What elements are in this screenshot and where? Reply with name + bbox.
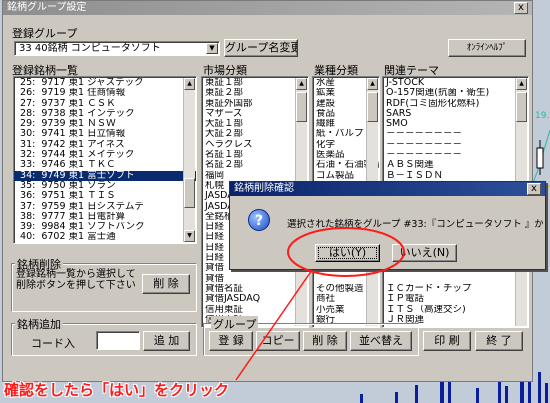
scroll-thumb[interactable] xyxy=(516,92,527,122)
scroll-thumb[interactable] xyxy=(296,92,307,122)
list-item[interactable]: 貸借JASDAQ xyxy=(202,294,308,304)
list-item[interactable]: 36: 9751 東1 ＴＩＳ xyxy=(14,191,196,201)
chart-price-label: 19.3 xyxy=(535,111,550,121)
dialog-titlebar: 銘柄削除確認 x xyxy=(230,182,545,196)
list-item[interactable]: 名証１部 xyxy=(202,150,308,160)
list-item[interactable]: 30: 9741 東1 日立情報 xyxy=(14,129,196,139)
list-item[interactable]: 貸借 xyxy=(202,274,308,284)
registered-scrollbar[interactable]: ▲ ▼ xyxy=(183,78,195,242)
list-item[interactable]: 37: 9759 東1 日システムデ xyxy=(14,202,196,212)
list-item[interactable]: SMO xyxy=(383,119,528,129)
scroll-up-icon[interactable]: ▲ xyxy=(516,78,527,90)
list-item[interactable]: マザーズ xyxy=(202,109,308,119)
list-item[interactable]: 32: 9744 東1 メイテック xyxy=(14,150,196,160)
list-item[interactable]: 34: 9749 東1 富士ソフト xyxy=(14,170,196,181)
list-item[interactable]: －－－－－－－－ xyxy=(383,150,528,160)
chevron-down-icon[interactable]: ▼ xyxy=(206,43,218,54)
list-item[interactable]: 38: 9777 東1 日電計算 xyxy=(14,212,196,222)
question-icon: ? xyxy=(248,209,270,231)
list-item[interactable]: 29: 9739 東1 ＮＳＷ xyxy=(14,119,196,129)
list-item[interactable]: ＩＰ電話 xyxy=(383,294,528,304)
registered-list[interactable]: 25: 9717 東1 ジャステック 26: 9719 東1 住商情報 27: … xyxy=(13,76,197,244)
list-item[interactable]: 東証外国部 xyxy=(202,99,308,109)
group-dropdown-value: 33 40銘柄 コンピュータソフト xyxy=(19,43,161,54)
scroll-thumb[interactable] xyxy=(184,178,195,208)
group-select-label: 登録グループ xyxy=(12,27,78,40)
scroll-up-icon[interactable]: ▲ xyxy=(367,78,378,90)
list-item[interactable]: 東証１部 xyxy=(202,78,308,88)
list-item[interactable]: －－－－－－－－ xyxy=(383,129,528,139)
code-input[interactable] xyxy=(96,331,140,350)
list-item[interactable]: 39: 9984 東1 ソフトバンク xyxy=(14,222,196,232)
list-item[interactable]: 33: 9746 東1 ＴＫＣ xyxy=(14,160,196,170)
list-item[interactable]: Ｂ－ＩＳＤＮ xyxy=(383,171,528,181)
list-item[interactable]: O-157関連(抗菌・衛生) xyxy=(383,88,528,98)
scroll-down-icon[interactable]: ▼ xyxy=(184,230,195,242)
copy-group-button[interactable]: コピー xyxy=(256,331,300,351)
list-item[interactable]: 26: 9719 東1 住商情報 xyxy=(14,88,196,98)
list-item[interactable]: ヘラクレス xyxy=(202,140,308,150)
dialog-close-button[interactable]: x xyxy=(527,183,541,195)
list-item[interactable]: ＩＴＳ（高速交シ) xyxy=(383,305,528,315)
list-item[interactable]: 福岡 xyxy=(202,171,308,181)
delete-confirm-dialog: 銘柄削除確認 x ? 選択された銘柄をグループ #33:『コンピュータソフト 』… xyxy=(229,181,546,270)
yes-button[interactable]: はい(Y) xyxy=(315,244,380,262)
online-help-button[interactable]: ｵﾝﾗｲﾝﾍﾙﾌﾟ xyxy=(448,39,526,57)
dialog-title: 銘柄削除確認 xyxy=(234,183,294,194)
code-input-label: コード入 xyxy=(31,337,75,350)
list-item[interactable]: 35: 9750 東1 ソラン xyxy=(14,181,196,191)
sort-group-button[interactable]: 並べ替え xyxy=(350,331,412,351)
list-item[interactable]: ＩＣカード・チップ xyxy=(383,284,528,294)
register-group-button[interactable]: 登 録 xyxy=(209,331,253,351)
list-item[interactable]: 大証１部 xyxy=(202,119,308,129)
list-item[interactable]: 28: 9738 東1 インテック xyxy=(14,109,196,119)
list-item[interactable]: 大証２部 xyxy=(202,129,308,139)
add-section-label: 銘柄追加 xyxy=(15,316,63,332)
group-section-label: グループ xyxy=(211,316,259,332)
list-item[interactable]: 名証２部 xyxy=(202,160,308,170)
scroll-up-icon[interactable]: ▲ xyxy=(184,78,195,90)
list-item[interactable]: 25: 9717 東1 ジャステック xyxy=(14,78,196,88)
list-item[interactable]: 27: 9737 東1 ＣＳＫ xyxy=(14,99,196,109)
list-item[interactable]: SARS xyxy=(383,109,528,119)
group-dropdown[interactable]: 33 40銘柄 コンピュータソフト ▼ xyxy=(14,41,220,56)
list-item[interactable]: ＡＢＳ関連 xyxy=(383,160,528,170)
delete-instructions: 登録銘柄一覧から選択して削除ボタンを押して下さい xyxy=(16,269,136,291)
exit-button[interactable]: 終 了 xyxy=(475,331,523,351)
window-title: 銘柄グループ設定 xyxy=(7,2,87,13)
delete-stock-button[interactable]: 削 除 xyxy=(142,274,190,294)
list-item[interactable]: －－－－－－－－ xyxy=(383,140,528,150)
list-item[interactable] xyxy=(383,274,528,284)
list-item[interactable]: 31: 9742 東1 アイネス xyxy=(14,140,196,150)
scroll-thumb[interactable] xyxy=(367,92,378,122)
list-item[interactable]: 40: 6702 東1 富士通 xyxy=(14,232,196,242)
no-button[interactable]: いいえ(N) xyxy=(392,244,457,262)
add-stock-button[interactable]: 追 加 xyxy=(143,331,190,351)
list-item[interactable]: J-STOCK xyxy=(383,78,528,88)
list-item[interactable]: 東証２部 xyxy=(202,88,308,98)
rename-group-button[interactable]: グループ名変更 xyxy=(224,39,298,57)
delete-group-button[interactable]: 削 除 xyxy=(303,331,347,351)
dialog-message: 選択された銘柄をグループ #33:『コンピュータソフト 』から削除します xyxy=(287,219,543,230)
list-item[interactable]: 信用東証 xyxy=(202,305,308,315)
close-button[interactable]: x xyxy=(514,2,528,14)
list-item[interactable]: 貸借名証 xyxy=(202,284,308,294)
list-item[interactable]: RDF(ゴミ固形化燃料) xyxy=(383,99,528,109)
window-titlebar: 銘柄グループ設定 x xyxy=(3,1,532,15)
instruction-caption: 確認をしたら「はい」をクリック xyxy=(4,381,230,399)
scroll-up-icon[interactable]: ▲ xyxy=(296,78,307,90)
print-button[interactable]: 印 刷 xyxy=(423,331,471,351)
